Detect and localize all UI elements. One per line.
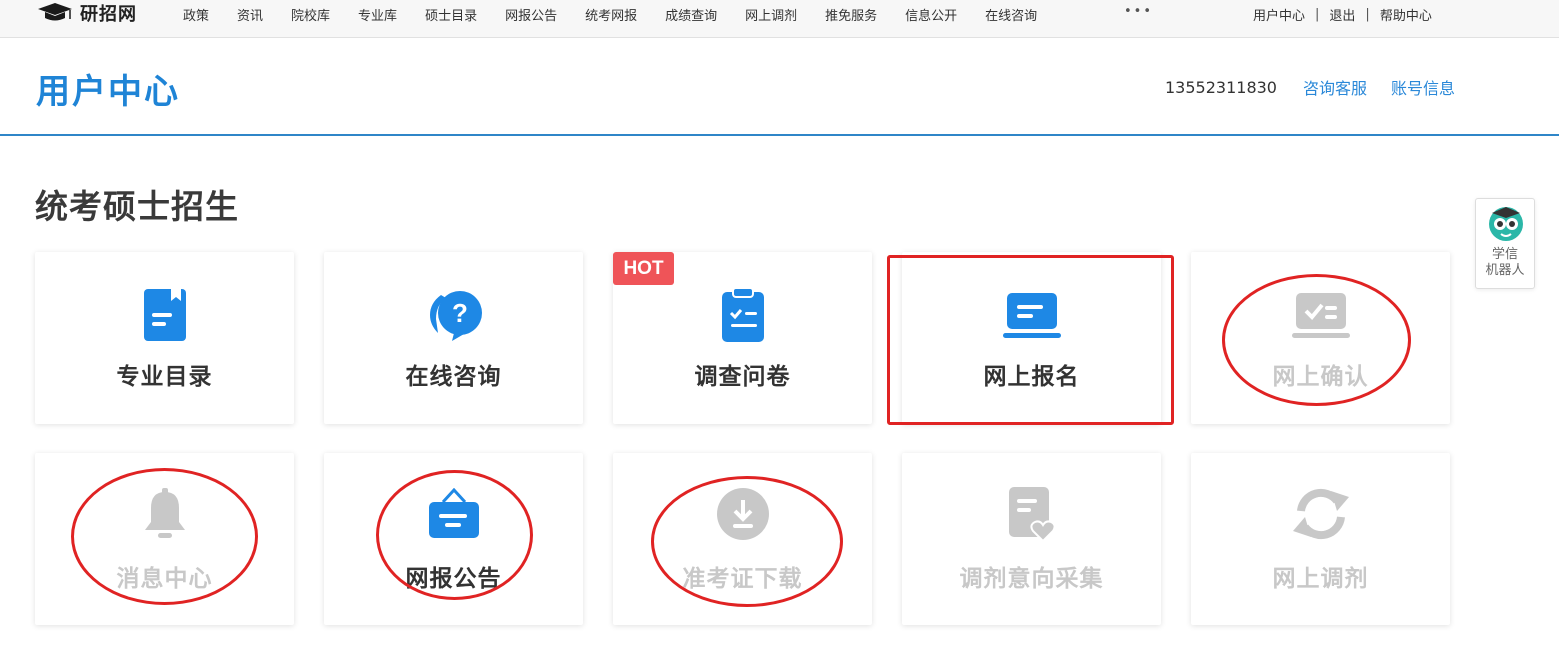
page-header: 用户中心 13552311830 咨询客服 账号信息 — [0, 38, 1559, 136]
account-info-link[interactable]: 账号信息 — [1391, 75, 1455, 99]
card-online-consult[interactable]: ? 在线咨询 — [324, 252, 583, 424]
nav-link-recommend[interactable]: 推免服务 — [825, 5, 877, 24]
robot-avatar-icon — [1489, 207, 1523, 241]
separator: | — [1365, 7, 1370, 22]
header-account-bar: 13552311830 咨询客服 账号信息 — [1165, 75, 1479, 99]
consult-service-link[interactable]: 咨询客服 — [1303, 75, 1367, 99]
nav-link-info-public[interactable]: 信息公开 — [905, 5, 957, 24]
robot-label: 学信 机器人 — [1485, 247, 1525, 278]
document-heart-icon — [1002, 487, 1062, 541]
card-label: 调查问卷 — [694, 364, 791, 390]
nav-link-online-consult[interactable]: 在线咨询 — [985, 5, 1037, 24]
page-title: 用户中心 — [36, 72, 180, 112]
svg-text:?: ? — [452, 298, 468, 328]
nav-link-majors[interactable]: 专业库 — [358, 5, 397, 24]
refresh-icon — [1291, 487, 1351, 541]
annotation-rectangle — [887, 255, 1174, 425]
logo-text: 研招网 — [80, 4, 137, 25]
nav-link-score-query[interactable]: 成绩查询 — [665, 5, 717, 24]
card-major-catalog[interactable]: 专业目录 — [35, 252, 294, 424]
main-nav-links: 政策 资讯 院校库 专业库 硕士目录 网报公告 统考网报 成绩查询 网上调剂 推… — [183, 5, 1065, 24]
card-label: 专业目录 — [116, 364, 213, 390]
document-icon — [135, 288, 195, 342]
nav-link-schools[interactable]: 院校库 — [291, 5, 330, 24]
card-label: 在线咨询 — [405, 364, 502, 390]
annotation-ellipse — [71, 468, 258, 605]
nav-link-news[interactable]: 资讯 — [237, 5, 263, 24]
annotation-ellipse — [1222, 274, 1411, 406]
annotation-ellipse — [651, 476, 843, 607]
card-adjust-intent[interactable]: 调剂意向采集 — [902, 453, 1161, 625]
section-title: 统考硕士招生 — [35, 187, 239, 226]
question-bubble-icon: ? — [424, 288, 484, 342]
help-center-link[interactable]: 帮助中心 — [1380, 5, 1432, 24]
user-links: 用户中心 | 退出 | 帮助中心 — [1253, 5, 1432, 24]
annotation-ellipse — [376, 470, 533, 600]
user-phone: 13552311830 — [1165, 77, 1277, 97]
site-logo[interactable]: 研招网 — [36, 1, 137, 25]
card-label: 调剂意向采集 — [959, 566, 1104, 592]
hot-badge: HOT — [613, 252, 674, 285]
more-menu-icon[interactable]: ••• — [1124, 4, 1153, 19]
nav-link-unified-registration[interactable]: 统考网报 — [585, 5, 637, 24]
nav-link-announcements[interactable]: 网报公告 — [505, 5, 557, 24]
chat-robot-button[interactable]: 学信 机器人 — [1475, 198, 1535, 289]
user-center-link[interactable]: 用户中心 — [1253, 5, 1305, 24]
nav-link-master-catalog[interactable]: 硕士目录 — [425, 5, 477, 24]
card-online-adjust[interactable]: 网上调剂 — [1191, 453, 1450, 625]
nav-link-policy[interactable]: 政策 — [183, 5, 209, 24]
nav-link-online-adjust[interactable]: 网上调剂 — [745, 5, 797, 24]
logout-link[interactable]: 退出 — [1329, 5, 1355, 24]
top-navigation: 研招网 政策 资讯 院校库 专业库 硕士目录 网报公告 统考网报 成绩查询 网上… — [0, 0, 1559, 38]
separator: | — [1315, 7, 1320, 22]
card-label: 网上调剂 — [1272, 566, 1369, 592]
clipboard-checklist-icon — [713, 288, 773, 342]
graduation-cap-icon — [38, 3, 72, 21]
